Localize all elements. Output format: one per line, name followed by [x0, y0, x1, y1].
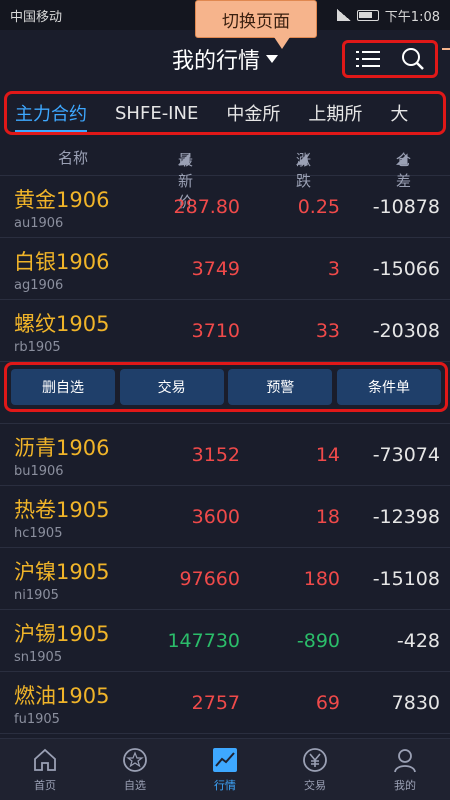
tab-cffex[interactable]: 中金所: [226, 100, 280, 126]
open-interest-change: -20308: [372, 320, 440, 342]
tab-dce[interactable]: 大: [390, 100, 408, 126]
tab-shfe-ine[interactable]: SHFE-INE: [115, 103, 198, 124]
contract-code: bu1906: [14, 464, 64, 479]
home-icon: [34, 748, 56, 771]
clock-label: 下午1:08: [384, 9, 440, 25]
last-price: 97660: [179, 568, 240, 590]
contract-code: fu1905: [14, 712, 60, 727]
quote-row[interactable]: 白银1906 ag1906 3749 3 -15066: [0, 238, 450, 300]
last-price: 147730: [167, 630, 240, 652]
user-icon: [394, 748, 416, 772]
contract-code: sn1905: [14, 650, 63, 665]
tabbar-market[interactable]: 行情: [180, 739, 270, 800]
tabbar-watchlist[interactable]: 自选: [90, 739, 180, 800]
col-change[interactable]: 涨跌 ◢: [296, 149, 311, 190]
quote-row[interactable]: 黄金1906 au1906 287.80 0.25 -10878: [0, 176, 450, 238]
quote-row[interactable]: 燃油1905 fu1905 2757 69 7830: [0, 672, 450, 734]
conditional-order-button[interactable]: 条件单: [336, 369, 441, 405]
last-price: 3710: [191, 320, 240, 342]
caret-down-icon: [266, 55, 278, 63]
col-name: 名称: [58, 149, 89, 167]
tab-shfe[interactable]: 上期所: [308, 100, 362, 126]
open-interest-change: 7830: [391, 692, 440, 714]
price-change: 69: [315, 692, 340, 714]
price-change: -890: [296, 630, 340, 652]
price-change: 14: [315, 444, 340, 466]
contract-code: ni1905: [14, 588, 59, 603]
search-icon[interactable]: [400, 46, 426, 72]
tabbar-me[interactable]: 我的: [360, 739, 450, 800]
trade-button[interactable]: 交易: [119, 369, 224, 405]
open-interest-change: -428: [396, 630, 440, 652]
contract-name: 白银1906: [14, 250, 110, 274]
quote-row[interactable]: 沪镍1905 ni1905 97660 180 -15108: [0, 548, 450, 610]
open-interest-change: -12398: [372, 506, 440, 528]
carrier-label: 中国移动: [10, 9, 63, 25]
annotation-arrow: [442, 48, 450, 50]
row-action-bar: 删自选 交易 预警 条件单: [4, 362, 448, 412]
open-interest-change: -73074: [372, 444, 440, 466]
signal-icon: [336, 9, 351, 21]
quote-row[interactable]: 沪锡1905 sn1905 147730 -890 -428: [0, 610, 450, 672]
last-price: 287.80: [173, 196, 240, 218]
open-interest-change: -10878: [372, 196, 440, 218]
list-icon[interactable]: [355, 46, 381, 72]
switch-page-callout: 切换页面: [195, 0, 317, 49]
price-change: 33: [315, 320, 340, 342]
tabbar-trade[interactable]: 交易: [270, 739, 360, 800]
quote-row[interactable]: 沥青1906 bu1906 3152 14 -73074: [0, 424, 450, 486]
open-interest-change: -15108: [372, 568, 440, 590]
price-change: 0.25: [297, 196, 340, 218]
tab-main-contracts[interactable]: 主力合约: [15, 100, 87, 132]
price-change: 3: [327, 258, 340, 280]
last-price: 2757: [191, 692, 240, 714]
last-price: 3152: [191, 444, 240, 466]
alert-button[interactable]: 预警: [228, 369, 333, 405]
contract-name: 沪镍1905: [14, 560, 110, 584]
column-header: 名称 最新价 ◢ 涨跌 ◢ 仓差 ◢: [0, 140, 450, 211]
price-change: 180: [303, 568, 340, 590]
contract-code: au1906: [14, 216, 64, 231]
contract-name: 沥青1906: [14, 436, 110, 460]
contract-name: 螺纹1905: [14, 312, 110, 336]
quote-row[interactable]: 热卷1905 hc1905 3600 18 -12398: [0, 486, 450, 548]
col-oi[interactable]: 仓差 ◢: [396, 149, 411, 190]
last-price: 3600: [191, 506, 240, 528]
bottom-tabbar: 首页 自选 行情 交易 我的: [0, 738, 450, 800]
price-change: 18: [315, 506, 340, 528]
status-right: 下午1:08: [336, 6, 440, 25]
contract-name: 黄金1906: [14, 188, 110, 212]
col-price[interactable]: 最新价 ◢: [178, 149, 193, 211]
page-title: 我的行情: [171, 49, 260, 74]
contract-name: 燃油1905: [14, 684, 110, 708]
remove-watchlist-button[interactable]: 删自选: [11, 369, 115, 405]
contract-code: ag1906: [14, 278, 64, 293]
contract-code: hc1905: [14, 526, 63, 541]
yen-icon: [303, 747, 327, 772]
star-icon: [123, 747, 147, 772]
battery-icon: [356, 9, 379, 21]
last-price: 3749: [191, 258, 240, 280]
quote-row[interactable]: 螺纹1905 rb1905 3710 33 -20308: [0, 300, 450, 362]
tabbar-home[interactable]: 首页: [0, 739, 90, 800]
page-title-dropdown[interactable]: 我的行情: [172, 43, 278, 75]
header-icons-group: [342, 40, 438, 78]
contract-name: 沪锡1905: [14, 622, 110, 646]
exchange-tabs-wrap: 主力合约 SHFE-INE 中金所 上期所 大: [0, 88, 450, 138]
chart-icon: [213, 747, 237, 772]
contract-name: 热卷1905: [14, 498, 110, 522]
open-interest-change: -15066: [372, 258, 440, 280]
contract-code: rb1905: [14, 340, 61, 355]
exchange-tabs: 主力合约 SHFE-INE 中金所 上期所 大: [4, 91, 446, 135]
header: 我的行情: [0, 30, 450, 88]
